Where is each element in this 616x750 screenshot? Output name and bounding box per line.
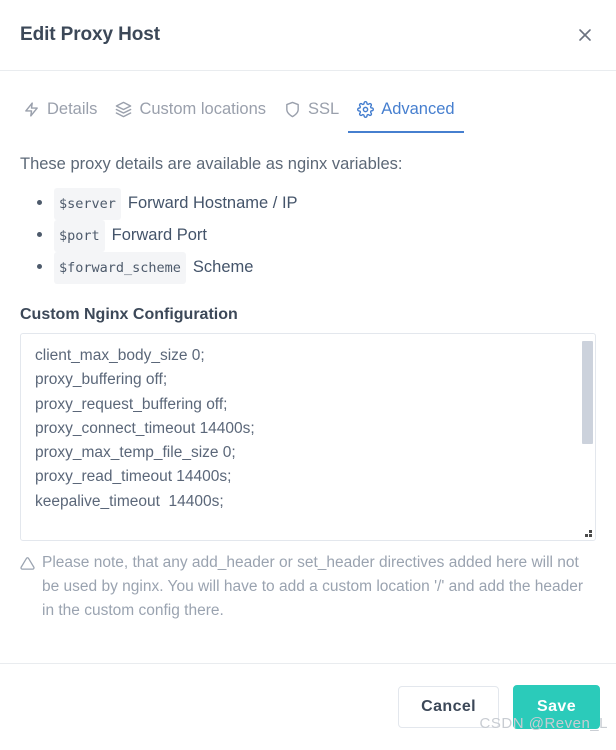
header-directive-warning: Please note, that any add_header or set_… [20, 551, 596, 623]
save-button[interactable]: Save [513, 685, 600, 729]
gear-icon [357, 101, 375, 118]
custom-nginx-config-content[interactable]: client_max_body_size 0; proxy_buffering … [21, 334, 595, 540]
config-line: proxy_connect_timeout 14400s; [35, 419, 255, 437]
nginx-variables-list: $server Forward Hostname / IP $port Forw… [20, 188, 596, 284]
tab-ssl[interactable]: SSL [275, 100, 348, 133]
cancel-button[interactable]: Cancel [398, 686, 500, 728]
tab-advanced[interactable]: Advanced [348, 100, 464, 133]
close-icon [577, 27, 593, 43]
config-line: proxy_request_buffering off; [35, 395, 228, 413]
variable-code-server: $server [54, 188, 121, 220]
modal-body: These proxy details are available as ngi… [0, 133, 616, 623]
variable-desc-port: Forward Port [111, 226, 207, 244]
variable-desc-forward-scheme: Scheme [192, 258, 254, 276]
layers-icon [115, 101, 132, 118]
shield-icon [284, 101, 301, 118]
custom-nginx-config-label: Custom Nginx Configuration [20, 306, 238, 323]
lightning-bolt-icon [23, 101, 40, 118]
tab-advanced-label: Advanced [381, 100, 455, 118]
variable-desc-server: Forward Hostname / IP [127, 194, 298, 212]
warning-text: Please note, that any add_header or set_… [42, 554, 584, 619]
list-item: $port Forward Port [37, 220, 596, 252]
list-item: $server Forward Hostname / IP [37, 188, 596, 220]
tab-ssl-label: SSL [308, 100, 340, 118]
config-line: keepalive_timeout 14400s; [35, 492, 224, 510]
config-line: client_max_body_size 0; [35, 347, 205, 364]
tab-details-label: Details [47, 100, 98, 118]
config-line: proxy_buffering off; [35, 371, 168, 389]
edit-proxy-host-modal: Edit Proxy Host Details Custom locations… [0, 0, 616, 750]
list-item: $forward_scheme Scheme [37, 252, 596, 284]
page-title: Edit Proxy Host [20, 24, 160, 45]
tab-custom-locations-label: Custom locations [139, 100, 266, 118]
modal-header: Edit Proxy Host [0, 0, 616, 70]
textarea-scrollbar[interactable] [581, 335, 594, 539]
warning-triangle-icon [20, 555, 35, 623]
variable-code-forward-scheme: $forward_scheme [54, 252, 186, 284]
config-line: proxy_read_timeout 14400s; [35, 468, 232, 486]
tab-bar: Details Custom locations SSL Advanced [0, 71, 616, 133]
modal-footer: Cancel Save [0, 664, 616, 750]
textarea-resize-handle[interactable] [581, 526, 593, 538]
intro-text: These proxy details are available as ngi… [20, 155, 403, 173]
close-button[interactable] [572, 22, 598, 48]
tab-custom-locations[interactable]: Custom locations [106, 100, 275, 133]
tab-details[interactable]: Details [14, 100, 106, 133]
config-line: proxy_max_temp_file_size 0; [35, 444, 236, 462]
custom-nginx-config-textarea[interactable]: client_max_body_size 0; proxy_buffering … [20, 333, 596, 541]
variable-code-port: $port [54, 220, 105, 252]
textarea-scrollbar-thumb[interactable] [582, 341, 593, 444]
